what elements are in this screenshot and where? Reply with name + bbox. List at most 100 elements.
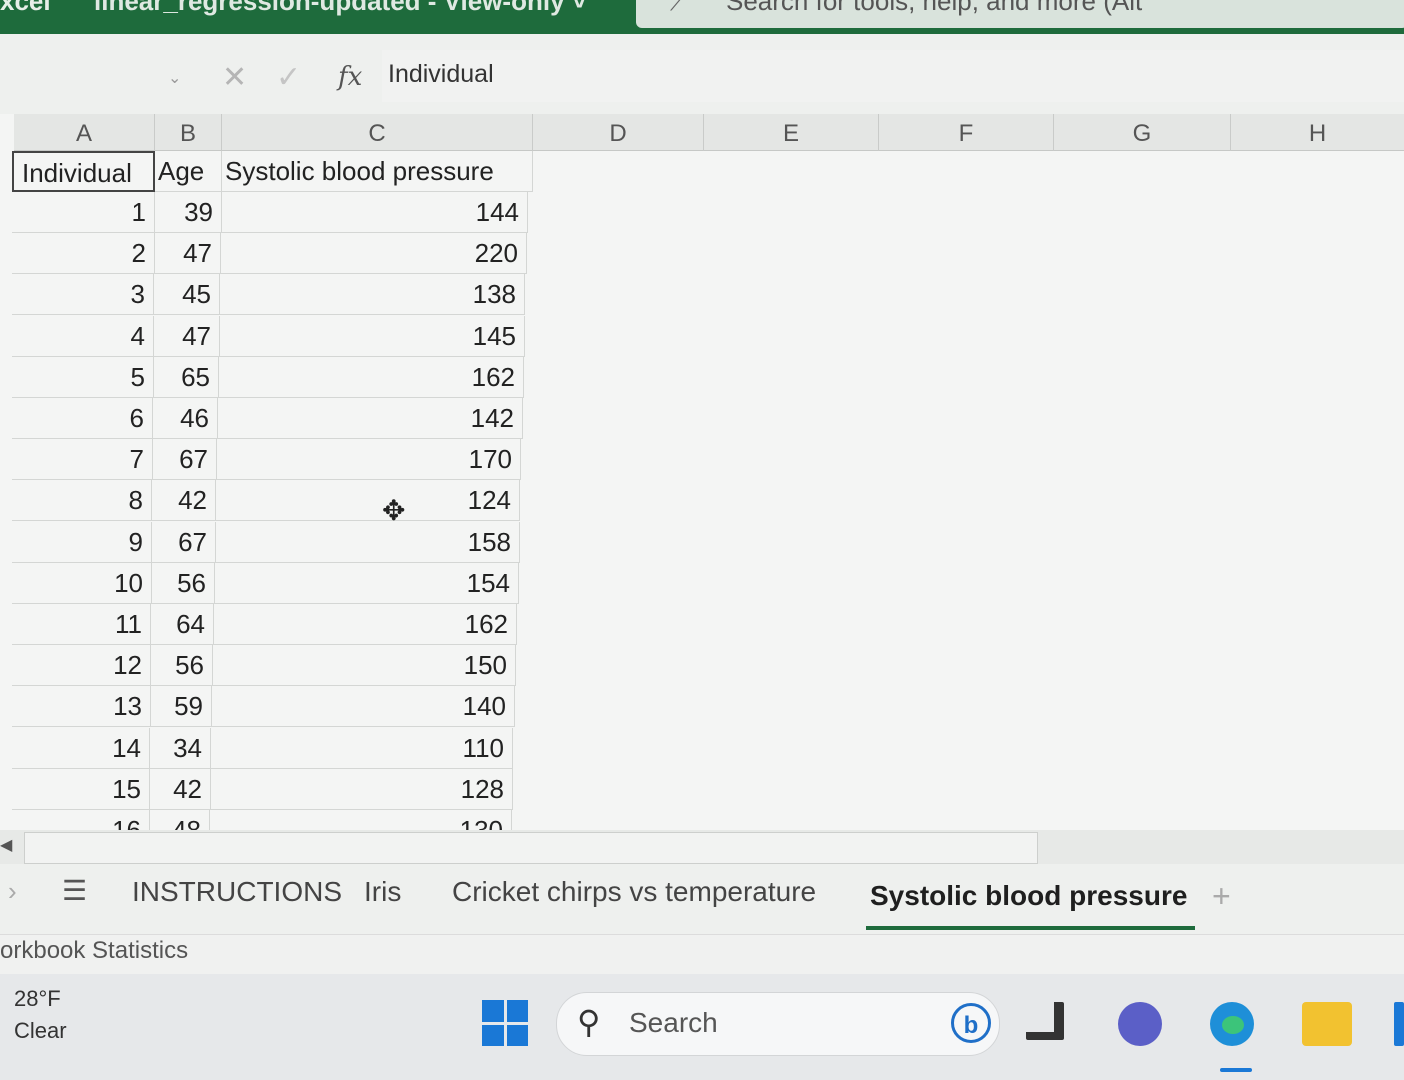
cell-individual[interactable]: 13 xyxy=(12,686,151,727)
cell-age[interactable]: 48 xyxy=(143,810,210,830)
scroll-left-icon[interactable]: ◀ xyxy=(0,834,22,858)
cell-age[interactable]: 47 xyxy=(154,233,221,274)
cell-age[interactable]: 67 xyxy=(150,439,217,480)
column-header-e[interactable]: E xyxy=(704,114,879,151)
cell-sbp[interactable]: 220 xyxy=(221,233,527,274)
cell-individual[interactable]: 16 xyxy=(12,810,150,830)
cell-individual[interactable]: 15 xyxy=(12,769,150,810)
formula-input[interactable]: Individual xyxy=(382,50,1404,102)
cell-sbp[interactable]: 140 xyxy=(212,686,515,727)
cell-cross-cursor-icon: ✥ xyxy=(382,495,406,526)
cell-individual[interactable]: 7 xyxy=(12,439,153,480)
windows-start-icon[interactable] xyxy=(482,1000,528,1046)
cell-age[interactable]: 42 xyxy=(144,769,211,810)
enter-check-icon[interactable]: ✓ xyxy=(276,60,301,95)
cell-individual[interactable]: 11 xyxy=(12,604,151,645)
cell-individual[interactable]: 3 xyxy=(12,274,154,315)
cell-sbp[interactable]: 145 xyxy=(220,316,525,357)
cell-sbp[interactable]: 138 xyxy=(220,274,525,315)
tab-iris[interactable]: Iris xyxy=(364,876,401,908)
cell-sbp[interactable]: 128 xyxy=(211,769,513,810)
cell-age[interactable]: 47 xyxy=(153,316,220,357)
status-bar: orkbook Statistics xyxy=(0,934,1404,975)
formula-content: Individual xyxy=(388,60,494,88)
weather-temperature[interactable]: 28°F xyxy=(14,986,61,1012)
column-header-b[interactable]: B xyxy=(155,114,222,151)
cell-age[interactable]: 45 xyxy=(153,274,220,315)
tab-systolic-blood-pressure[interactable]: Systolic blood pressure xyxy=(865,880,1196,930)
cell-individual[interactable]: 4 xyxy=(12,316,154,357)
bing-icon[interactable]: b xyxy=(951,1003,991,1043)
taskbar-search[interactable]: ⚲ Search b xyxy=(556,992,1000,1056)
cell-individual[interactable]: 6 xyxy=(12,398,153,439)
add-sheet-icon[interactable]: + xyxy=(1212,878,1231,915)
cell-individual[interactable]: 2 xyxy=(12,233,155,274)
cell-individual[interactable]: 5 xyxy=(12,357,154,398)
store-icon[interactable] xyxy=(1394,1002,1404,1046)
cell-individual[interactable]: 10 xyxy=(12,563,152,604)
tools-search-box[interactable]: ⟋ Search for tools, help, and more (Alt xyxy=(636,0,1404,28)
cell-individual[interactable]: 9 xyxy=(12,522,152,563)
cell-individual[interactable]: 8 xyxy=(12,480,152,521)
all-sheets-menu-icon[interactable]: ☰ xyxy=(62,874,87,907)
document-title[interactable]: linear_regression-updated - View-only ˅ xyxy=(94,0,587,17)
sheet-tab-bar: › ☰ INSTRUCTIONS Iris Cricket chirps vs … xyxy=(0,864,1404,934)
cell-sbp[interactable]: 158 xyxy=(216,522,520,563)
cell-age[interactable]: 65 xyxy=(152,357,219,398)
cancel-icon[interactable]: ✕ xyxy=(222,60,247,95)
cell-sbp[interactable]: 110 xyxy=(211,728,513,769)
title-bar: xcel linear_regression-updated - View-on… xyxy=(0,0,1404,34)
formula-bar: ⌄ ✕ ✓ fx Individual xyxy=(0,34,1404,114)
column-header-a[interactable]: A xyxy=(14,114,155,151)
column-header-d[interactable]: D xyxy=(533,114,704,151)
app-name: xcel xyxy=(0,0,51,16)
cell-sbp[interactable]: 170 xyxy=(217,439,521,480)
cell-sbp[interactable]: 124 xyxy=(216,480,520,521)
cell-sbp[interactable]: 162 xyxy=(214,604,517,645)
taskbar-search-label: Search xyxy=(629,1007,718,1038)
column-header-h[interactable]: H xyxy=(1231,114,1404,151)
spreadsheet-grid[interactable]: A B C D E F G H Individual Age Systolic … xyxy=(0,114,1404,830)
cell-a1-individual-header[interactable]: Individual xyxy=(12,151,155,192)
workbook-statistics[interactable]: orkbook Statistics xyxy=(0,937,188,965)
cell-age[interactable]: 39 xyxy=(155,192,222,233)
edge-browser-icon[interactable] xyxy=(1210,1002,1254,1046)
cell-sbp[interactable]: 162 xyxy=(219,357,524,398)
cell-sbp[interactable]: 142 xyxy=(218,398,523,439)
insert-function-icon[interactable]: fx xyxy=(338,62,362,92)
tab-cricket-chirps[interactable]: Cricket chirps vs temperature xyxy=(452,876,816,908)
cell-age[interactable]: 64 xyxy=(147,604,214,645)
scrollbar-track[interactable] xyxy=(24,832,1038,864)
cell-age[interactable]: 42 xyxy=(149,480,216,521)
cell-age[interactable]: 59 xyxy=(145,686,212,727)
cell-age[interactable]: 34 xyxy=(144,728,211,769)
column-header-c[interactable]: C xyxy=(222,114,533,151)
teams-chat-icon[interactable] xyxy=(1118,1002,1162,1046)
chevron-right-icon[interactable]: › xyxy=(8,876,17,907)
cell-age[interactable]: 67 xyxy=(149,522,216,563)
cell-sbp[interactable]: 154 xyxy=(215,563,519,604)
cell-sbp[interactable]: 130 xyxy=(210,810,512,830)
tab-instructions[interactable]: INSTRUCTIONS xyxy=(132,876,342,908)
search-icon: ⚲ xyxy=(577,1004,601,1040)
cell-sbp[interactable]: 150 xyxy=(213,645,516,686)
file-explorer-icon[interactable] xyxy=(1302,1002,1352,1046)
edge-active-indicator xyxy=(1220,1068,1252,1072)
windows-taskbar: 28°F Clear ⚲ Search b xyxy=(0,974,1404,1080)
cell-c1-sbp-header[interactable]: Systolic blood pressure xyxy=(222,151,533,192)
cell-age[interactable]: 46 xyxy=(151,398,218,439)
cell-individual[interactable]: 1 xyxy=(12,192,155,233)
sparkle-search-icon: ⟋ xyxy=(670,0,686,15)
task-view-icon[interactable] xyxy=(1026,1002,1064,1040)
horizontal-scrollbar[interactable]: ◀ xyxy=(0,830,1404,864)
cell-sbp[interactable]: 144 xyxy=(222,192,528,233)
cell-age[interactable]: 56 xyxy=(146,645,213,686)
cell-individual[interactable]: 14 xyxy=(12,728,150,769)
cell-age[interactable]: 56 xyxy=(148,563,215,604)
weather-condition[interactable]: Clear xyxy=(14,1018,67,1044)
cell-individual[interactable]: 12 xyxy=(12,645,151,686)
name-box-dropdown-icon[interactable]: ⌄ xyxy=(168,68,181,88)
column-header-f[interactable]: F xyxy=(879,114,1054,151)
cell-b1-age-header[interactable]: Age xyxy=(155,151,222,192)
column-header-g[interactable]: G xyxy=(1054,114,1231,151)
